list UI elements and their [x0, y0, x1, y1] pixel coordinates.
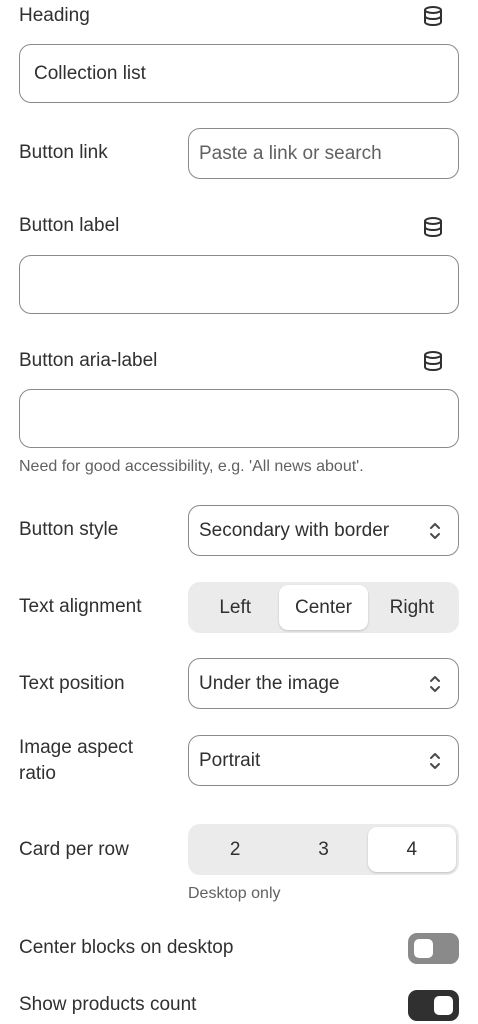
database-icon[interactable] — [421, 215, 445, 239]
button-style-value: Secondary with border — [199, 519, 390, 541]
database-icon[interactable] — [421, 349, 445, 373]
text-position-select[interactable]: Under the image — [188, 658, 459, 709]
image-aspect-ratio-label: Image aspect ratio — [19, 736, 133, 786]
button-link-label: Button link — [19, 142, 108, 163]
image-aspect-ratio-label-line2: ratio — [19, 763, 56, 784]
button-label-input[interactable] — [19, 255, 459, 314]
heading-label: Heading — [19, 5, 90, 26]
show-products-count-toggle-knob — [434, 996, 453, 1015]
card-per-row-4[interactable]: 4 — [367, 827, 456, 872]
image-aspect-ratio-select[interactable]: Portrait — [188, 735, 459, 786]
card-per-row-label: Card per row — [19, 839, 129, 860]
card-per-row-help: Desktop only — [188, 885, 281, 902]
button-style-label: Button style — [19, 519, 119, 540]
text-alignment-right[interactable]: Right — [368, 585, 456, 630]
image-aspect-ratio-value: Portrait — [199, 749, 261, 771]
image-aspect-ratio-label-line1: Image aspect — [19, 737, 134, 758]
card-per-row-2[interactable]: 2 — [191, 827, 279, 872]
text-alignment-segmented: Left Center Right — [188, 582, 459, 633]
text-position-label: Text position — [19, 673, 125, 694]
heading-input-value: Collection list — [34, 62, 146, 84]
button-aria-label-label: Button aria-label — [19, 350, 158, 371]
center-blocks-toggle-knob — [414, 939, 433, 958]
button-aria-label-help: Need for good accessibility, e.g. 'All n… — [19, 458, 364, 475]
card-per-row-segmented: 2 3 4 — [188, 824, 459, 875]
chevron-up-down-icon — [430, 753, 440, 769]
button-link-input[interactable]: Paste a link or search — [188, 128, 459, 179]
center-blocks-label: Center blocks on desktop — [19, 937, 234, 958]
text-alignment-center[interactable]: Center — [279, 585, 368, 630]
button-style-select[interactable]: Secondary with border — [188, 505, 459, 556]
center-blocks-toggle[interactable] — [408, 933, 459, 964]
chevron-up-down-icon — [430, 676, 440, 692]
button-aria-label-input[interactable] — [19, 389, 459, 448]
text-alignment-left[interactable]: Left — [191, 585, 279, 630]
button-label-label: Button label — [19, 215, 120, 236]
text-alignment-label: Text alignment — [19, 596, 142, 617]
database-icon[interactable] — [421, 4, 445, 28]
button-link-placeholder: Paste a link or search — [199, 142, 382, 164]
text-position-value: Under the image — [199, 672, 340, 694]
heading-input[interactable]: Collection list — [19, 44, 459, 103]
show-products-count-label: Show products count — [19, 994, 197, 1015]
show-products-count-toggle[interactable] — [408, 990, 459, 1021]
chevron-up-down-icon — [430, 523, 440, 539]
card-per-row-3[interactable]: 3 — [279, 827, 367, 872]
